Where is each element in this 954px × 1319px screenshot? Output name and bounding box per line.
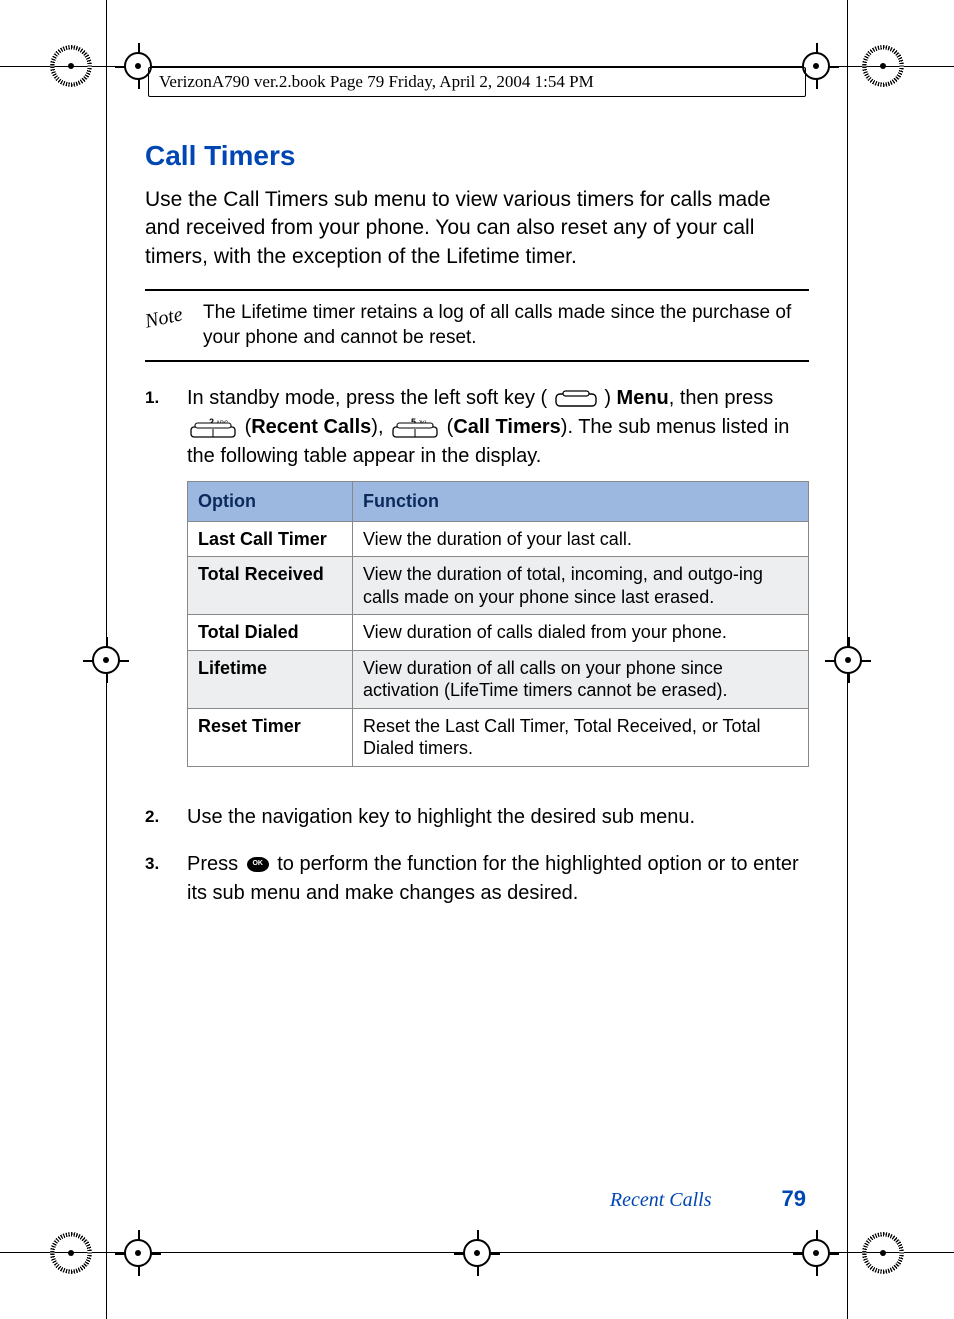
page-header: VerizonA790 ver.2.book Page 79 Friday, A…	[148, 67, 806, 97]
step-1: 1. In standby mode, press the left soft …	[145, 384, 809, 784]
step1-recent-calls-label: Recent Calls	[251, 416, 371, 438]
printmark-top-left	[50, 45, 92, 87]
options-table: Option Function Last Call TimerView the …	[187, 481, 809, 766]
note-text: The Lifetime timer retains a log of all …	[203, 301, 809, 350]
step1-text-b: )	[604, 387, 616, 409]
key-5-icon: 5JKL	[391, 417, 439, 439]
step1-text-e: ),	[371, 416, 389, 438]
ok-key-icon: OK	[247, 857, 269, 872]
softkey-icon	[555, 390, 597, 408]
steps-list: 1. In standby mode, press the left soft …	[145, 384, 809, 907]
table-row: Total ReceivedView the duration of total…	[188, 557, 809, 615]
step1-call-timers-label: Call Timers	[453, 416, 560, 438]
step-2: 2. Use the navigation key to highlight t…	[145, 803, 809, 832]
step1-text-c: , then press	[669, 387, 774, 409]
page-footer: Recent Calls 79	[610, 1186, 806, 1212]
fn-cell: Reset the Last Call Timer, Total Receive…	[353, 708, 809, 766]
step-3: 3. Press OK to perform the function for …	[145, 850, 809, 908]
fn-cell: View duration of calls dialed from your …	[353, 615, 809, 651]
step-number: 3.	[145, 850, 169, 908]
page-content: Call Timers Use the Call Timers sub menu…	[145, 140, 809, 1159]
intro-paragraph: Use the Call Timers sub menu to view var…	[145, 186, 809, 271]
footer-section-name: Recent Calls	[610, 1189, 712, 1212]
step1-menu-label: Menu	[617, 387, 669, 409]
printmark-bottom-left	[50, 1232, 92, 1274]
step-number: 1.	[145, 384, 169, 784]
regmark-bottom-left	[115, 1230, 161, 1276]
regmark-bottom-center	[454, 1230, 500, 1276]
fn-cell: View the duration of your last call.	[353, 521, 809, 557]
fn-cell: View duration of all calls on your phone…	[353, 650, 809, 708]
table-head-function: Function	[353, 482, 809, 521]
opt-cell: Lifetime	[188, 650, 353, 708]
fn-cell: View the duration of total, incoming, an…	[353, 557, 809, 615]
step1-text-a: In standby mode, press the left soft key…	[187, 387, 547, 409]
footer-page-number: 79	[782, 1186, 806, 1212]
opt-cell: Last Call Timer	[188, 521, 353, 557]
printmark-bottom-right	[862, 1232, 904, 1274]
table-row: Total DialedView duration of calls diale…	[188, 615, 809, 651]
opt-cell: Total Dialed	[188, 615, 353, 651]
table-row: Last Call TimerView the duration of your…	[188, 521, 809, 557]
note-block: The Lifetime timer retains a log of all …	[145, 289, 809, 362]
step-number: 2.	[145, 803, 169, 832]
regmark-mid-right	[825, 637, 871, 683]
regmark-mid-left	[83, 637, 129, 683]
opt-cell: Reset Timer	[188, 708, 353, 766]
step2-body: Use the navigation key to highlight the …	[187, 803, 809, 832]
table-head-option: Option	[188, 482, 353, 521]
regmark-bottom-right	[793, 1230, 839, 1276]
table-row: Reset TimerReset the Last Call Timer, To…	[188, 708, 809, 766]
table-row: LifetimeView duration of all calls on yo…	[188, 650, 809, 708]
printmark-top-right	[862, 45, 904, 87]
key-2-icon: 2ABC	[189, 417, 237, 439]
step3-text-b: to perform the function for the highligh…	[187, 853, 799, 904]
section-title: Call Timers	[145, 140, 809, 172]
note-icon	[145, 301, 193, 337]
step3-text-a: Press	[187, 853, 244, 875]
opt-cell: Total Received	[188, 557, 353, 615]
